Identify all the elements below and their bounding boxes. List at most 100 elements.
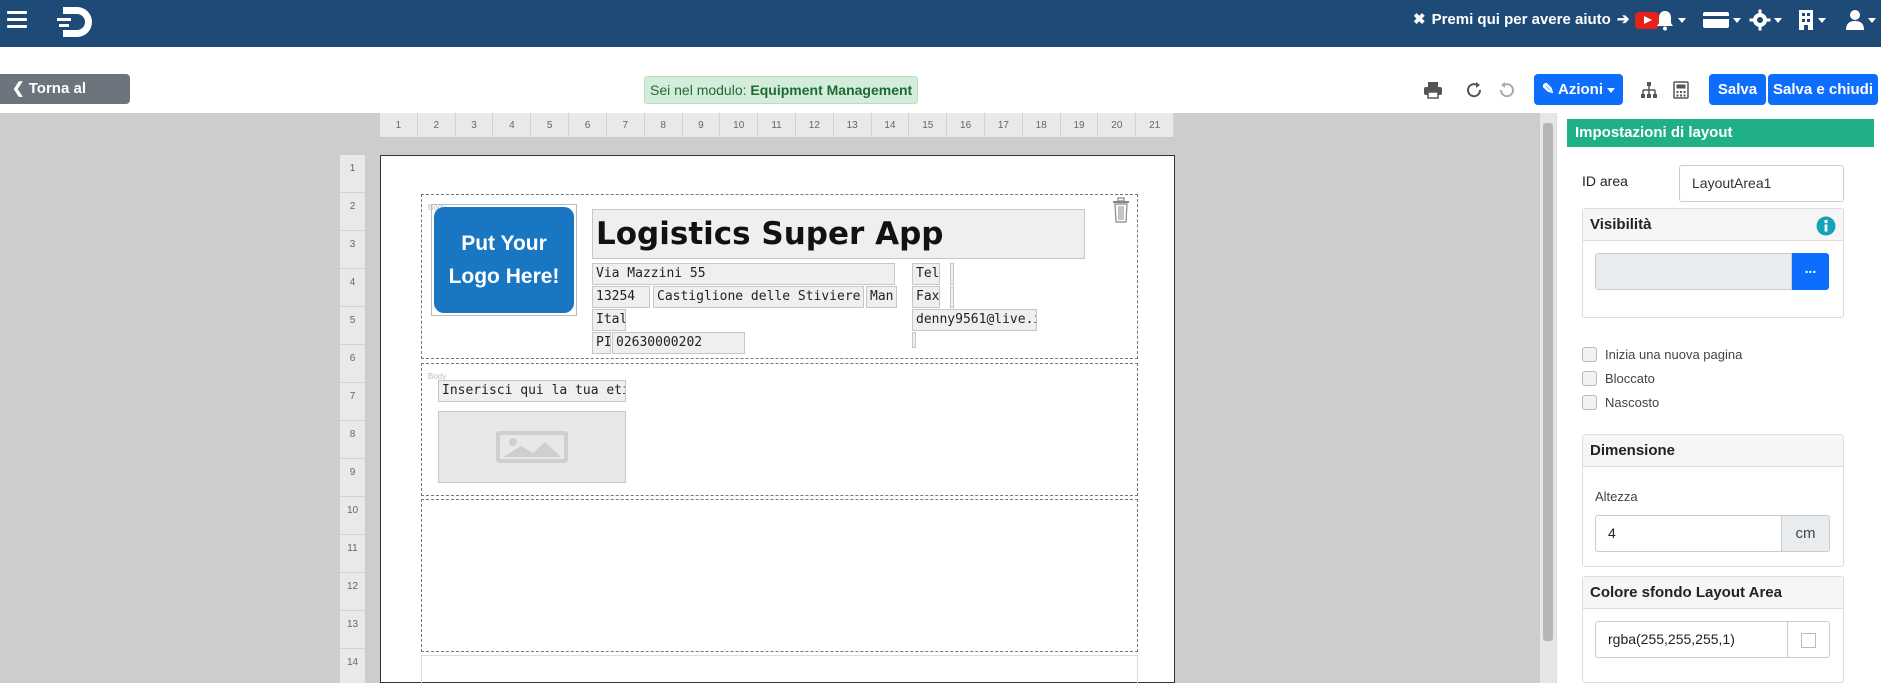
logo-text-line2: Logo Here! <box>448 265 560 288</box>
save-and-close-button[interactable]: Salva e chiudi <box>1768 74 1878 105</box>
locked-checkbox[interactable]: Bloccato <box>1582 371 1655 386</box>
calculator-icon[interactable] <box>1670 79 1692 101</box>
ruler-tick: 7 <box>340 383 365 421</box>
email-field[interactable]: denny9561@live.it <box>912 309 1037 331</box>
hidden-checkbox[interactable]: Nascosto <box>1582 395 1659 410</box>
web-field[interactable] <box>912 332 916 348</box>
new-page-checkbox[interactable]: Inizia una nuova pagina <box>1582 347 1742 362</box>
print-icon[interactable] <box>1422 79 1444 101</box>
dimension-card: Dimensione Altezza 4 cm <box>1582 434 1844 567</box>
module-badge: Sei nel modulo: Equipment Management <box>644 76 919 104</box>
bell-icon <box>1657 11 1673 31</box>
image-placeholder[interactable] <box>438 411 626 483</box>
ruler-tick: 14 <box>872 113 910 137</box>
chevron-down-icon <box>1733 17 1741 23</box>
ruler-tick: 17 <box>985 113 1023 137</box>
tel-value-field[interactable] <box>950 263 954 285</box>
ruler-tick: 9 <box>340 459 365 497</box>
ruler-tick: 10 <box>720 113 759 137</box>
ruler-tick: 11 <box>340 535 365 573</box>
company-name-field[interactable]: Logistics Super App <box>592 209 1085 259</box>
layout-area-empty[interactable] <box>421 499 1138 652</box>
building-icon <box>1799 10 1813 30</box>
height-input[interactable]: 4 <box>1595 515 1782 552</box>
dimension-title: Dimensione <box>1583 435 1843 467</box>
vat-label[interactable]: PI <box>592 332 611 354</box>
layout-area-next[interactable] <box>421 655 1138 683</box>
background-color-title: Colore sfondo Layout Area <box>1583 577 1843 609</box>
company-dropdown[interactable] <box>1797 8 1826 32</box>
vertical-ruler: 1 2 3 4 5 6 7 8 9 10 11 12 13 14 <box>340 155 365 683</box>
ruler-tick: 12 <box>796 113 834 137</box>
visibility-input[interactable] <box>1595 253 1792 290</box>
zip-field[interactable]: 13254 <box>592 286 650 308</box>
label-placeholder-field[interactable]: Inserisci qui la tua etichetta <box>438 380 626 402</box>
country-field[interactable]: Italy <box>592 309 626 331</box>
visibility-card: Visibilità ... <box>1582 208 1844 318</box>
help-text[interactable]: Premi qui per avere aiuto <box>1432 10 1611 30</box>
workspace-scrollbar[interactable] <box>1540 113 1556 683</box>
background-color-input[interactable]: rgba(255,255,255,1) <box>1595 621 1788 658</box>
user-icon <box>1846 10 1864 30</box>
chevron-left-icon: ❮ <box>12 80 25 97</box>
chevron-down-icon <box>1868 17 1876 23</box>
chevron-down-icon <box>1774 17 1782 23</box>
ruler-tick: 5 <box>531 113 570 137</box>
address-field[interactable]: Via Mazzini 55 <box>592 263 895 285</box>
ruler-tick: 6 <box>340 345 365 383</box>
area-id-input[interactable]: LayoutArea1 <box>1679 165 1844 202</box>
chevron-down-icon <box>1678 17 1686 23</box>
ruler-tick: 19 <box>1061 113 1099 137</box>
billing-dropdown[interactable] <box>1702 8 1741 32</box>
ruler-tick: 21 <box>1136 113 1175 137</box>
user-dropdown[interactable] <box>1845 8 1876 32</box>
app-logo[interactable] <box>55 2 97 42</box>
arrow-right-icon: ➔ <box>1616 11 1630 28</box>
ruler-tick: 13 <box>340 611 365 649</box>
province-field[interactable]: Man <box>866 286 897 308</box>
tel-label[interactable]: Tel. <box>912 263 940 285</box>
menu-icon[interactable] <box>7 11 27 29</box>
trash-icon[interactable] <box>1111 197 1131 223</box>
logo-placeholder[interactable]: Put Your Logo Here! <box>431 204 577 316</box>
ruler-tick: 10 <box>340 497 365 535</box>
scrollbar-thumb[interactable] <box>1543 123 1553 641</box>
fax-value-field[interactable] <box>950 286 954 308</box>
redo-icon[interactable] <box>1463 79 1485 101</box>
tree-icon[interactable] <box>1638 79 1660 101</box>
save-button[interactable]: Salva <box>1709 74 1766 105</box>
gear-icon <box>1749 9 1771 31</box>
ruler-tick: 7 <box>607 113 645 137</box>
visibility-expression-button[interactable]: ... <box>1792 253 1829 290</box>
ruler-tick: 2 <box>340 193 365 231</box>
ruler-tick: 20 <box>1098 113 1137 137</box>
actions-dropdown-button[interactable]: ✎ Azioni <box>1534 74 1623 105</box>
chevron-down-icon <box>1818 17 1826 23</box>
ruler-tick: 1 <box>380 113 418 137</box>
top-navbar: ✖ Premi qui per avere aiuto ➔ <box>0 0 1881 47</box>
background-color-card: Colore sfondo Layout Area rgba(255,255,2… <box>1582 576 1844 683</box>
ruler-tick: 4 <box>340 269 365 307</box>
panel-title: Impostazioni di layout <box>1567 119 1874 147</box>
settings-dropdown[interactable] <box>1749 8 1782 32</box>
info-icon[interactable] <box>1816 216 1836 236</box>
city-field[interactable]: Castiglione delle Stiviere <box>653 286 864 308</box>
ruler-tick: 8 <box>340 421 365 459</box>
fax-label[interactable]: Fax <box>912 286 940 308</box>
notifications-dropdown[interactable] <box>1655 8 1686 32</box>
ruler-tick: 4 <box>493 113 532 137</box>
color-swatch <box>1801 633 1816 648</box>
vat-number-field[interactable]: 02630000202 <box>612 332 745 354</box>
ruler-tick: 3 <box>340 231 365 269</box>
ruler-tick: 11 <box>758 113 796 137</box>
back-to-module-button[interactable]: ❮ Torna al Modulo <box>0 74 130 127</box>
help-link[interactable]: ✖ Premi qui per avere aiuto ➔ <box>1413 10 1660 30</box>
layout-area-body[interactable]: Body Inserisci qui la tua etichetta <box>421 363 1138 496</box>
ruler-tick: 8 <box>645 113 683 137</box>
undo-icon[interactable] <box>1496 79 1518 101</box>
close-icon[interactable]: ✖ <box>1413 10 1426 30</box>
color-swatch-button[interactable] <box>1788 621 1830 658</box>
layout-area-header[interactable]: Body Put Your Logo Here! Logistics Super… <box>421 194 1138 359</box>
ruler-tick: 9 <box>683 113 721 137</box>
ruler-tick: 18 <box>1023 113 1061 137</box>
